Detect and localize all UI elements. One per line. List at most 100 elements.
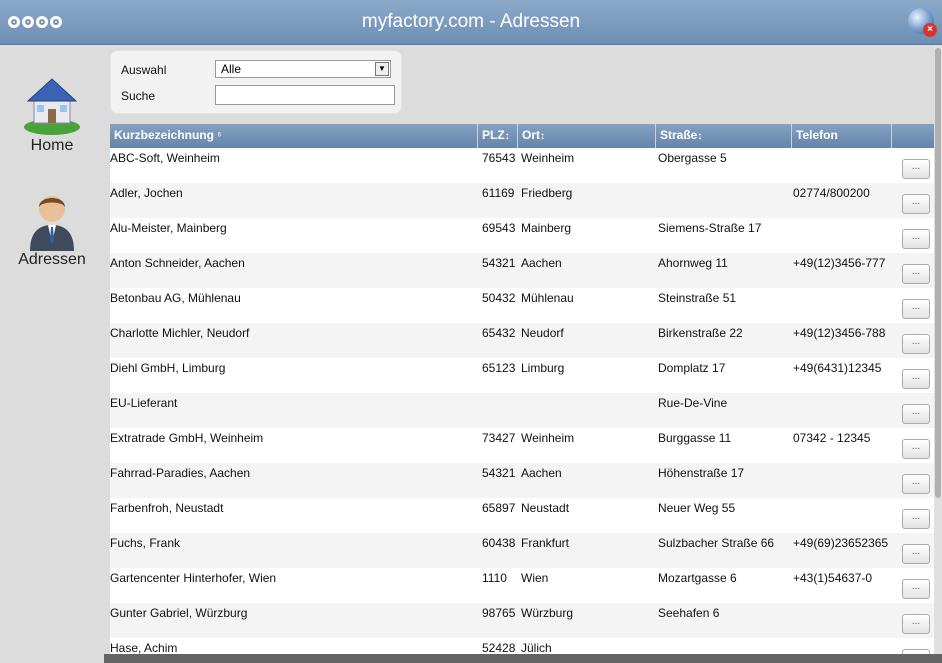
cell-plz: 52428 xyxy=(482,641,516,654)
table-row[interactable]: Fahrrad-Paradies, Aachen 54321 Aachen Höhen… xyxy=(110,463,942,498)
cell-ort: Limburg xyxy=(521,361,565,375)
cell-ort: Wien xyxy=(521,571,549,585)
row-details-button[interactable]: ... xyxy=(902,229,930,249)
cell-ort: Friedberg xyxy=(521,186,573,200)
table-row[interactable]: Betonbau AG, Mühlenau 50432 Mühlenau Steins… xyxy=(110,288,942,323)
window-title: myfactory.com - Adressen xyxy=(361,11,581,32)
person-icon xyxy=(22,187,82,251)
header-plz[interactable]: PLZ↕ xyxy=(478,124,518,148)
table-row[interactable]: Hase, Achim52428Jülich... xyxy=(110,638,942,654)
header-kurzbezeichnung[interactable]: Kurzbezeichnung ⁶ xyxy=(110,124,478,148)
cell-kurzbezeichnung: Gartencenter Hinterhofer, Wien xyxy=(110,571,277,585)
table-row[interactable]: Farbenfroh, Neustadt 65897 Neustadt Neuer W… xyxy=(110,498,942,533)
table-header: Kurzbezeichnung ⁶ PLZ↕ Ort↕ Straße↕ Tele… xyxy=(110,124,942,148)
row-details-button[interactable]: ... xyxy=(902,194,930,214)
cell-kurzbezeichnung: Charlotte Michler, Neudorf xyxy=(110,326,250,340)
cell-strasse: Seehafen 6 xyxy=(658,606,720,620)
cell-plz: 65432 xyxy=(482,326,516,340)
cell-ort xyxy=(521,393,651,413)
table-row[interactable]: Adler, Jochen 61169 Friedberg 02774/800200.… xyxy=(110,183,942,218)
cell-ort: Frankfurt xyxy=(521,536,570,550)
header-strasse[interactable]: Straße↕ xyxy=(656,124,792,148)
scrollbar-thumb[interactable] xyxy=(935,48,941,498)
table-row[interactable]: Gartencenter Hinterhofer, Wien 1110 Wien Mo… xyxy=(110,568,942,603)
cell-telefon: +49(12)3456-788 xyxy=(793,326,886,340)
cell-strasse: Burggasse 11 xyxy=(658,431,732,445)
dropdown-arrow-icon[interactable]: ▼ xyxy=(375,62,389,76)
suche-label: Suche xyxy=(121,89,156,103)
cell-plz: 69543 xyxy=(482,221,516,235)
cell-plz: 98765 xyxy=(482,606,516,620)
table-row[interactable]: Fuchs, Frank 60438 Frankfurt Sulzbacher Str… xyxy=(110,533,942,568)
row-details-button[interactable]: ... xyxy=(902,509,930,529)
cell-strasse xyxy=(658,183,792,203)
cell-strasse: Rue-De-Vine xyxy=(658,396,728,410)
cell-telefon xyxy=(793,288,895,308)
table-row[interactable]: Anton Schneider, Aachen 54321 Aachen Ahornw… xyxy=(110,253,942,288)
cell-ort: Neudorf xyxy=(521,326,564,340)
cell-strasse xyxy=(658,638,792,654)
row-details-button[interactable]: ... xyxy=(902,299,930,319)
row-details-button[interactable]: ... xyxy=(902,264,930,284)
table-row[interactable]: Gunter Gabriel, Würzburg 98765 Würzburg See… xyxy=(110,603,942,638)
auswahl-label: Auswahl xyxy=(121,63,167,77)
table-row[interactable]: Extratrade GmbH, Weinheim 73427 Weinheim Bu… xyxy=(110,428,942,463)
search-input[interactable] xyxy=(215,85,395,105)
table-row[interactable]: ABC-Soft, Weinheim 76543 Weinheim Obergasse… xyxy=(110,148,942,183)
sidebar: Home Adressen xyxy=(0,45,104,663)
cell-strasse: Siemens-Straße 17 xyxy=(658,221,762,235)
table-row[interactable]: Charlotte Michler, Neudorf 65432 Neudorf Bi… xyxy=(110,323,942,358)
row-details-button[interactable]: ... xyxy=(902,614,930,634)
cell-kurzbezeichnung: Betonbau AG, Mühlenau xyxy=(110,291,241,305)
cell-plz: 73427 xyxy=(482,431,516,445)
address-table: Kurzbezeichnung ⁶ PLZ↕ Ort↕ Straße↕ Tele… xyxy=(110,124,942,654)
cell-strasse: Neuer Weg 55 xyxy=(658,501,736,515)
row-details-button[interactable]: ... xyxy=(902,404,930,424)
cell-kurzbezeichnung: Anton Schneider, Aachen xyxy=(110,256,245,270)
cell-kurzbezeichnung: Farbenfroh, Neustadt xyxy=(110,501,224,515)
sidebar-item-label: Home xyxy=(30,137,74,154)
auswahl-value: Alle xyxy=(221,62,242,76)
cell-plz: 50432 xyxy=(482,291,516,305)
cell-ort: Mainberg xyxy=(521,221,572,235)
table-row[interactable]: EU-Lieferant Rue-De-Vine... xyxy=(110,393,942,428)
cell-kurzbezeichnung: Fuchs, Frank xyxy=(110,536,181,550)
cell-ort: Jülich xyxy=(521,641,552,654)
cell-strasse: Sulzbacher Straße 66 xyxy=(658,536,775,550)
auswahl-select[interactable]: Alle ▼ xyxy=(215,60,391,78)
header-telefon[interactable]: Telefon xyxy=(792,124,892,148)
cell-ort: Würzburg xyxy=(521,606,574,620)
cell-plz xyxy=(482,393,522,413)
sort-icon: ↕ xyxy=(697,131,703,142)
row-details-button[interactable]: ... xyxy=(902,369,930,389)
cell-strasse: Birkenstraße 22 xyxy=(658,326,743,340)
cell-kurzbezeichnung: Extratrade GmbH, Weinheim xyxy=(110,431,264,445)
row-details-button[interactable]: ... xyxy=(902,334,930,354)
cell-telefon: 07342 - 12345 xyxy=(793,431,871,445)
globe-close-icon[interactable]: × xyxy=(908,8,937,37)
cell-telefon xyxy=(793,463,895,483)
cell-plz: 65897 xyxy=(482,501,516,515)
row-details-button[interactable]: ... xyxy=(902,439,930,459)
cell-ort: Aachen xyxy=(521,466,562,480)
cell-strasse: Steinstraße 51 xyxy=(658,291,737,305)
sidebar-item-home[interactable]: Home xyxy=(0,73,104,155)
cell-plz: 76543 xyxy=(482,151,516,165)
table-row[interactable]: Alu-Meister, Mainberg 69543 Mainberg Siemen… xyxy=(110,218,942,253)
cell-kurzbezeichnung: EU-Lieferant xyxy=(110,396,178,410)
cell-kurzbezeichnung: Hase, Achim xyxy=(110,641,178,654)
sidebar-item-adressen[interactable]: Adressen xyxy=(0,187,104,269)
row-details-button[interactable]: ... xyxy=(902,159,930,179)
table-row[interactable]: Diehl GmbH, Limburg 65123 Limburg Domplatz … xyxy=(110,358,942,393)
sort-icon: ⁶ xyxy=(217,131,222,142)
title-bar: myfactory.com - Adressen × xyxy=(0,0,942,45)
row-details-button[interactable]: ... xyxy=(902,474,930,494)
cell-telefon: +49(6431)12345 xyxy=(793,361,882,375)
cell-plz: 54321 xyxy=(482,466,516,480)
cell-telefon xyxy=(793,218,895,238)
cell-telefon xyxy=(793,498,895,518)
row-details-button[interactable]: ... xyxy=(902,544,930,564)
cell-telefon: +49(12)3456-777 xyxy=(793,256,886,270)
row-details-button[interactable]: ... xyxy=(902,579,930,599)
header-ort[interactable]: Ort↕ xyxy=(518,124,656,148)
